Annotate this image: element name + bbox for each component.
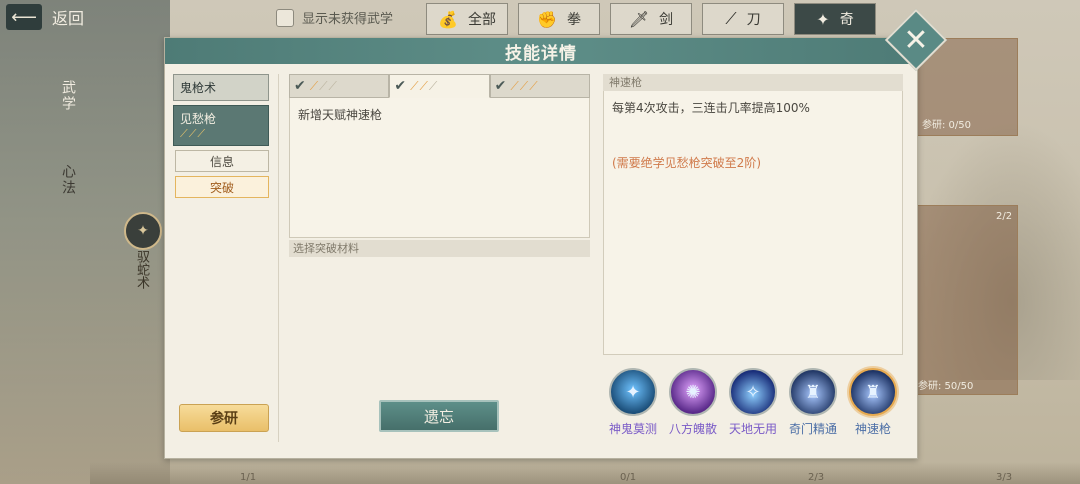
research-label: 参研 <box>210 411 238 427</box>
tier-marks-icon: ⟋⟋⟋ <box>510 79 538 94</box>
breakthrough-label: 突破 <box>209 180 234 195</box>
tier-tab-3[interactable]: ✔ ⟋⟋⟋ <box>489 74 590 98</box>
swift-spear-icon[interactable]: ♜ <box>849 368 897 416</box>
back-label: 返回 <box>52 9 85 28</box>
breakthrough-panel: ✔ ⟋⟋⟋ ✔ ⟋⟋⟋ ✔ ⟋⟋⟋ 新增天赋神速枪 选择突破材料 <box>289 74 590 257</box>
bg-skill-card <box>908 205 1018 395</box>
filter-all[interactable]: 💰 全部 <box>426 3 508 35</box>
talent-scatter[interactable]: ✺ 八方魄散 <box>663 368 723 437</box>
checkbox-icon[interactable] <box>276 8 294 27</box>
filter-sword[interactable]: 🗡 剑 <box>610 3 692 35</box>
breakthrough-button[interactable]: 突破 <box>175 176 269 198</box>
forget-button[interactable]: 遗忘 <box>379 400 499 432</box>
tier-tab-2[interactable]: ✔ ⟋⟋⟋ <box>389 74 490 98</box>
tier-tabs: ✔ ⟋⟋⟋ ✔ ⟋⟋⟋ ✔ ⟋⟋⟋ <box>289 74 590 98</box>
talent-name: 神鬼莫测 <box>608 422 657 436</box>
bottom-counter: 1/1 <box>240 472 257 483</box>
dialog-title: 技能详情 <box>505 43 577 64</box>
card-count: 2/2 <box>996 211 1013 222</box>
talent-name: 八方魄散 <box>668 422 717 436</box>
filter-special[interactable]: ✦ 奇 <box>794 3 876 35</box>
tier-lit-marks: ⟋⟋⟋ <box>510 78 539 93</box>
check-icon: ✔ <box>494 78 507 94</box>
tier-lit-marks: ⟋ <box>309 78 320 93</box>
dialog-header: 技能详情 <box>165 38 917 64</box>
info-label: 信息 <box>209 154 234 169</box>
fist-icon: ✊ <box>537 9 557 29</box>
check-icon: ✔ <box>394 78 407 94</box>
talent-name: 神速枪 <box>854 422 891 436</box>
skill-tab-ghost-spear[interactable]: 鬼枪术 <box>173 74 269 101</box>
talent-name: 天地无用 <box>728 422 777 436</box>
info-button[interactable]: 信息 <box>175 150 269 172</box>
filter-label: 全部 <box>467 12 496 28</box>
bottom-card-strip <box>90 462 1080 484</box>
bottom-counter: 0/1 <box>620 472 637 483</box>
card-research-count: 参研: 0/50 <box>922 120 972 131</box>
filter-fist[interactable]: ✊ 拳 <box>518 3 600 35</box>
talent-mastery[interactable]: ♜ 奇门精通 <box>783 368 843 437</box>
shuriken-icon: ✦ <box>816 9 830 29</box>
divider <box>278 74 279 442</box>
talent-heaven[interactable]: ✧ 天地无用 <box>723 368 783 437</box>
bottom-counter: 3/3 <box>996 472 1013 483</box>
tier-dim-marks: ⟋ <box>428 78 439 93</box>
side-tab-martial[interactable]: 武学 <box>48 80 78 112</box>
talent-name: 奇门精通 <box>788 422 837 436</box>
skill-description-panel: 神速枪 每第4次攻击，三连击几率提高100% (需要绝学见愁枪突破至2阶) ✦ … <box>603 74 903 436</box>
tier-description: 新增天赋神速枪 <box>289 98 590 238</box>
side-skill-label: 驭蛇术 <box>134 250 149 289</box>
skill-detail-dialog: 技能详情 鬼枪术 见愁枪 ⟋⟋⟋ 信息 突破 参研 ✔ ⟋⟋⟋ ✔ ⟋⟋⟋ ✔ … <box>164 37 918 459</box>
pouch-icon: 💰 <box>438 9 458 29</box>
heaven-icon[interactable]: ✧ <box>729 368 777 416</box>
talent-swift-spear[interactable]: ♜ 神速枪 <box>843 368 903 437</box>
forget-label: 遗忘 <box>423 407 454 426</box>
shuriken-icon: ✦ <box>124 212 162 250</box>
filter-label: 剑 <box>659 12 674 28</box>
back-button[interactable]: ⟵ 返回 <box>6 2 84 32</box>
description-text: 每第4次攻击，三连击几率提高100% <box>612 101 810 115</box>
ghost-spear-icon[interactable]: ✦ <box>609 368 657 416</box>
back-arrow-icon: ⟵ <box>6 4 42 30</box>
requirement-text: (需要绝学见愁枪突破至2阶) <box>612 156 761 170</box>
tier-lit-marks: ⟋⟋ <box>410 78 429 93</box>
filter-label: 刀 <box>746 12 761 28</box>
description-box: 每第4次攻击，三连击几率提高100% (需要绝学见愁枪突破至2阶) <box>603 91 903 355</box>
talent-icons-row: ✦ 神鬼莫测 ✺ 八方魄散 ✧ 天地无用 ♜ 奇门精通 ♜ 神速枪 <box>603 368 903 437</box>
bottom-counter: 2/3 <box>808 472 825 483</box>
check-icon: ✔ <box>294 78 306 94</box>
skill-tab-label: 见愁枪 <box>180 112 217 126</box>
skill-tab-jianchou-spear[interactable]: 见愁枪 ⟋⟋⟋ <box>173 105 269 146</box>
tier-marks-icon: ⟋⟋⟋ <box>410 79 438 94</box>
blade-icon: ⟋ <box>725 9 737 28</box>
tier-marks-icon: ⟋⟋⟋ <box>180 127 207 140</box>
research-button[interactable]: 参研 <box>179 404 269 432</box>
filter-label: 奇 <box>839 12 854 28</box>
show-unobtained-toggle[interactable]: 显示未获得武学 <box>276 8 393 27</box>
tier-tab-1[interactable]: ✔ ⟋⟋⟋ <box>289 74 390 98</box>
side-tab-inner[interactable]: 心法 <box>48 164 78 196</box>
mastery-icon[interactable]: ♜ <box>789 368 837 416</box>
scatter-icon[interactable]: ✺ <box>669 368 717 416</box>
description-header: 神速枪 <box>603 74 903 91</box>
material-header: 选择突破材料 <box>289 240 590 257</box>
sword-icon: 🗡 <box>628 9 650 29</box>
talent-ghost[interactable]: ✦ 神鬼莫测 <box>603 368 663 437</box>
skill-tab-column: 鬼枪术 见愁枪 ⟋⟋⟋ 信息 突破 <box>173 74 271 202</box>
close-icon[interactable]: ✕ <box>894 18 938 62</box>
tier-dim-marks: ⟋⟋ <box>319 78 338 93</box>
filter-label: 拳 <box>566 12 581 28</box>
show-unobtained-label: 显示未获得武学 <box>302 12 394 27</box>
card-research-count: 参研: 50/50 <box>918 381 974 392</box>
tier-marks-icon: ⟋⟋⟋ <box>310 79 338 94</box>
filter-blade[interactable]: ⟋ 刀 <box>702 3 784 35</box>
tier-text: 新增天赋神速枪 <box>298 108 383 122</box>
skill-tab-label: 鬼枪术 <box>180 81 217 95</box>
